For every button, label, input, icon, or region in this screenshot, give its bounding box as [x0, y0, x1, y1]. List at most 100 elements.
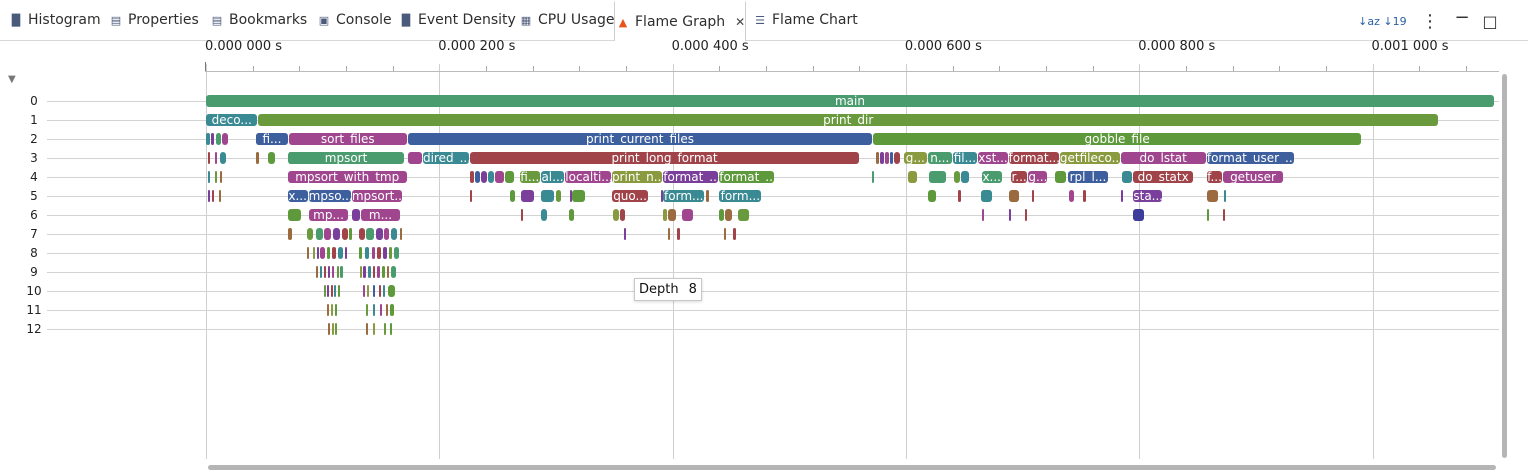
flame-frame-small[interactable] [733, 228, 736, 240]
flame-frame[interactable]: print_n... [611, 171, 663, 183]
flame-frame[interactable]: xst... [978, 152, 1008, 164]
flame-frame-small[interactable] [981, 209, 985, 221]
flame-frame-small[interactable] [390, 323, 393, 335]
sort-alphabetical-button[interactable]: ↓az [1358, 12, 1380, 30]
flame-frame-small[interactable] [504, 171, 515, 183]
flame-frame[interactable]: fi... [519, 171, 540, 183]
flame-frame-small[interactable] [333, 228, 341, 240]
flame-frame-small[interactable] [1120, 190, 1124, 202]
flame-frame-small[interactable] [1083, 190, 1086, 202]
flame-frame-small[interactable] [663, 209, 667, 221]
flame-frame-small[interactable] [351, 209, 361, 221]
flame-frame-small[interactable] [540, 190, 554, 202]
flame-frame[interactable]: mpsort [287, 152, 405, 164]
flame-frame-small[interactable] [880, 152, 884, 164]
flame-frame-small[interactable] [884, 152, 889, 164]
flame-frame-small[interactable] [1206, 209, 1210, 221]
tab-flame-chart[interactable]: ☰ Flame Chart [752, 0, 858, 40]
flame-frame-small[interactable] [889, 152, 894, 164]
flame-frame-small[interactable] [219, 152, 226, 164]
flame-frame-small[interactable] [1055, 171, 1066, 183]
flame-frame-small[interactable] [1069, 190, 1075, 202]
flame-frame[interactable]: fil... [952, 152, 978, 164]
flame-frame[interactable]: sta... [1133, 190, 1162, 202]
flame-frame-small[interactable] [681, 209, 693, 221]
tab-event-density[interactable]: ▐▌ Event Density [398, 0, 516, 40]
flame-frame-small[interactable] [667, 209, 677, 221]
flame-frame[interactable]: print_long_format [469, 152, 860, 164]
flame-frame-small[interactable] [383, 247, 387, 259]
flame-frame-small[interactable] [510, 190, 516, 202]
flame-frame-small[interactable] [568, 209, 574, 221]
flame-frame-small[interactable] [929, 171, 946, 183]
flame-frame[interactable]: format_user_... [1206, 152, 1295, 164]
flame-frame[interactable]: x... [981, 171, 1002, 183]
flame-frame[interactable]: format_... [719, 171, 775, 183]
flame-frame-small[interactable] [315, 228, 323, 240]
flame-frame-small[interactable] [210, 133, 215, 145]
flame-frame[interactable]: g... [903, 152, 928, 164]
flame-frame-small[interactable] [555, 190, 561, 202]
tab-flame-graph[interactable]: ▲ Flame Graph ✕ [614, 0, 747, 41]
flame-frame-small[interactable] [384, 228, 390, 240]
flame-frame[interactable]: getfileco... [1059, 152, 1120, 164]
flame-frame[interactable]: sort_files [288, 133, 407, 145]
tab-console[interactable]: ▣ Console [316, 0, 392, 40]
flame-frame-small[interactable] [407, 152, 422, 164]
flame-frame-small[interactable] [320, 247, 326, 259]
flame-frame[interactable]: al... [540, 171, 565, 183]
flame-frame[interactable]: do_statx [1133, 171, 1194, 183]
flame-frame-small[interactable] [667, 228, 670, 240]
flame-frame-small[interactable] [320, 266, 323, 278]
flame-frame-small[interactable] [620, 209, 625, 221]
flame-frame-small[interactable] [219, 171, 222, 183]
flame-frame[interactable]: print_current_files [407, 133, 873, 145]
flame-frame[interactable]: n... [928, 152, 952, 164]
flame-frame-small[interactable] [342, 228, 349, 240]
flame-frame[interactable]: mp... [308, 209, 349, 221]
flame-frame-small[interactable] [376, 228, 384, 240]
flame-frame-small[interactable] [287, 228, 293, 240]
flame-frame-small[interactable] [368, 266, 371, 278]
flame-frame[interactable]: dired_... [422, 152, 469, 164]
flame-frame-small[interactable] [953, 171, 960, 183]
flame-frame-small[interactable] [372, 285, 376, 297]
flame-frame-small[interactable] [372, 304, 375, 316]
flame-frame[interactable]: f... [1206, 171, 1223, 183]
flame-frame[interactable]: format_... [663, 171, 719, 183]
flame-frame-small[interactable] [379, 304, 382, 316]
flame-frame-small[interactable] [387, 285, 396, 297]
flame-frame-small[interactable] [1223, 209, 1226, 221]
flame-frame-small[interactable] [980, 190, 993, 202]
flame-frame-small[interactable] [337, 285, 341, 297]
flame-frame-small[interactable] [331, 247, 336, 259]
flame-frame-small[interactable] [481, 171, 488, 183]
flame-frame-small[interactable] [323, 228, 331, 240]
flame-frame[interactable]: m... [361, 209, 400, 221]
flame-frame-small[interactable] [315, 266, 318, 278]
flame-frame-small[interactable] [206, 133, 210, 145]
flame-frame-small[interactable] [389, 247, 392, 259]
flame-frame[interactable]: r... [1010, 171, 1028, 183]
flame-frame-small[interactable] [211, 190, 214, 202]
flame-frame-small[interactable] [391, 266, 397, 278]
flame-frame-small[interactable] [613, 209, 620, 221]
flame-frame-small[interactable] [469, 190, 472, 202]
flame-frame-small[interactable] [377, 247, 382, 259]
flame-frame-small[interactable] [330, 304, 333, 316]
flame-frame-small[interactable] [540, 209, 547, 221]
collapse-toggle-icon[interactable]: ▼ [8, 74, 16, 85]
minimize-icon[interactable]: − [1453, 7, 1471, 28]
flame-frame-small[interactable] [1206, 190, 1218, 202]
flame-frame[interactable]: do_lstat [1120, 152, 1206, 164]
flame-frame-small[interactable] [1133, 209, 1145, 221]
flame-frame-small[interactable] [1008, 209, 1012, 221]
flame-frame-small[interactable] [377, 266, 380, 278]
flame-frame-small[interactable] [399, 228, 403, 240]
flame-frame[interactable]: localti... [565, 171, 611, 183]
flame-frame[interactable]: mpsort_with_tmp [287, 171, 407, 183]
tab-bookmarks[interactable]: ▤ Bookmarks [209, 0, 307, 40]
flame-frame-small[interactable] [327, 285, 330, 297]
flame-frame-small[interactable] [383, 285, 386, 297]
flame-frame-small[interactable] [365, 304, 368, 316]
